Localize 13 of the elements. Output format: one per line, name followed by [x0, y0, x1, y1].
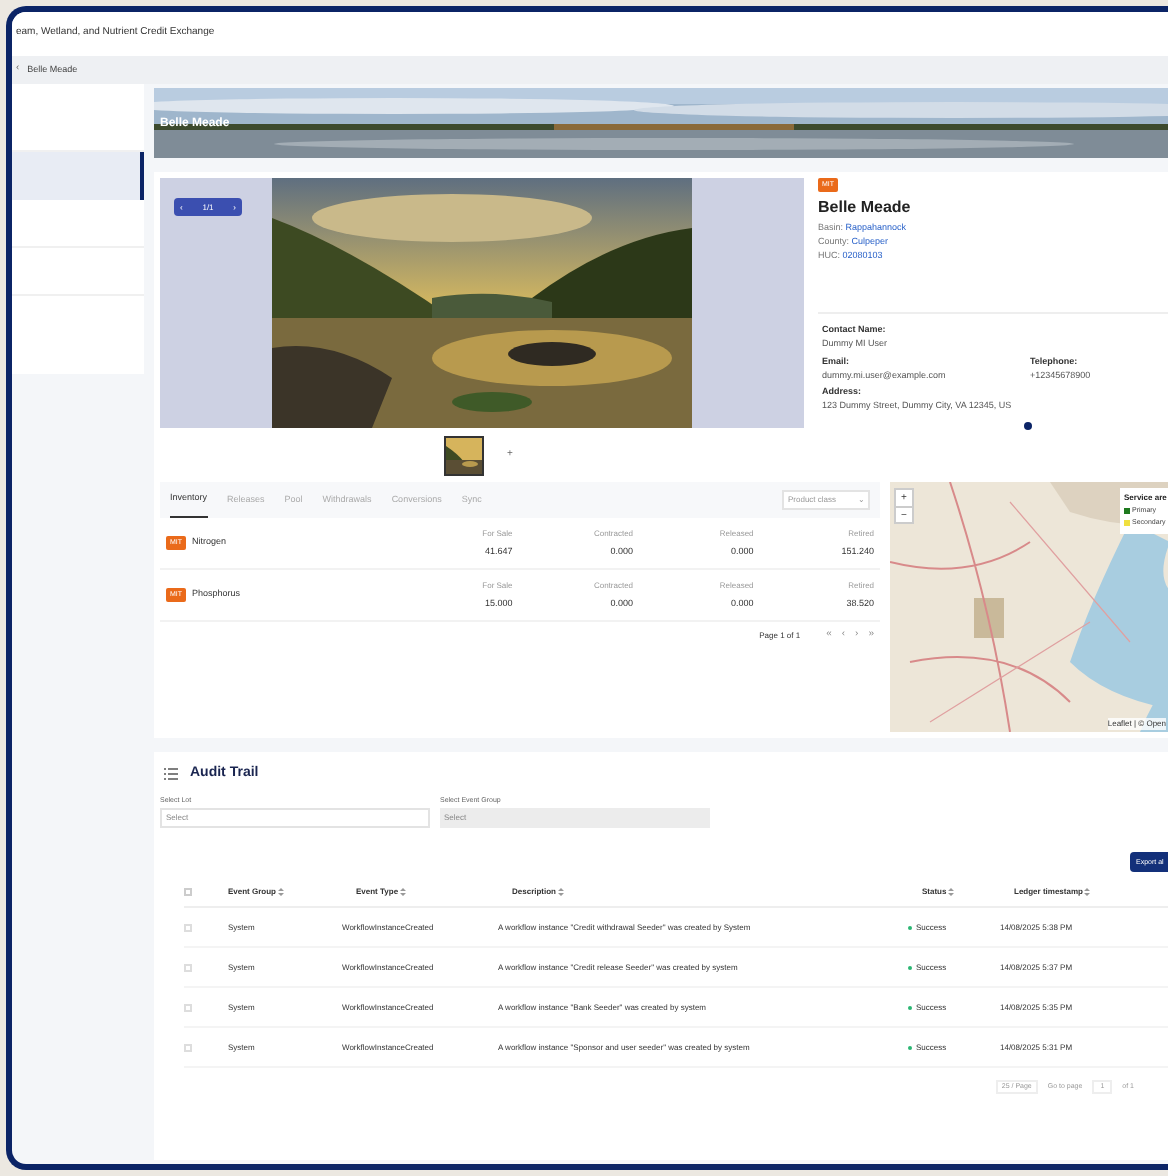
sort-icon[interactable]: [558, 887, 565, 896]
checkbox[interactable]: [184, 923, 192, 932]
checkbox[interactable]: [184, 1003, 192, 1012]
sort-icon[interactable]: [1084, 887, 1091, 896]
sort-icon[interactable]: [948, 887, 955, 896]
site-name: Belle Meade: [818, 196, 913, 221]
thumbnail[interactable]: [444, 436, 484, 476]
checkbox[interactable]: [184, 1043, 192, 1052]
list-icon: [164, 768, 178, 780]
checkbox[interactable]: [184, 963, 192, 972]
checkbox[interactable]: [184, 887, 192, 896]
sort-icon[interactable]: [400, 887, 407, 896]
sort-icon[interactable]: [278, 887, 285, 896]
